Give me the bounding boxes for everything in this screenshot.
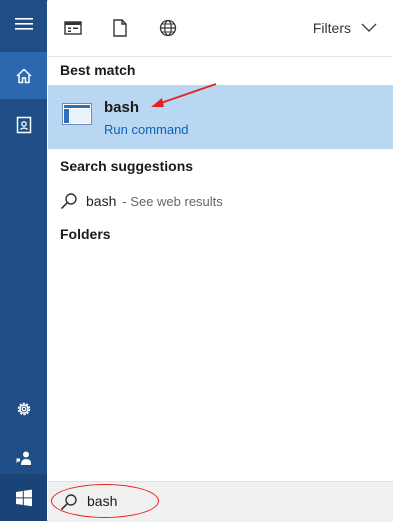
web-filter-button[interactable] xyxy=(157,17,179,39)
best-match-type: Run command xyxy=(104,122,189,137)
filters-dropdown[interactable]: Filters xyxy=(313,20,377,36)
documents-filter-icon xyxy=(113,19,127,37)
left-rail xyxy=(0,0,47,521)
settings-button[interactable] xyxy=(0,385,47,432)
annotation-ellipse xyxy=(51,484,159,518)
search-box[interactable]: bash xyxy=(48,481,393,522)
notebook-icon xyxy=(16,116,31,133)
folders-heading: Folders xyxy=(60,226,111,242)
web-suggestion-item[interactable]: bash - See web results xyxy=(48,186,393,216)
suggestion-term: bash xyxy=(86,193,117,209)
documents-filter-button[interactable] xyxy=(109,17,131,39)
home-icon xyxy=(15,67,32,83)
windows-logo-icon xyxy=(15,489,32,506)
gear-icon xyxy=(17,402,30,415)
apps-filter-icon xyxy=(64,21,82,35)
menu-button[interactable] xyxy=(0,0,47,47)
web-filter-icon xyxy=(159,19,177,37)
best-match-heading: Best match xyxy=(60,62,136,78)
apps-filter-button[interactable] xyxy=(62,17,84,39)
home-button[interactable] xyxy=(0,52,47,99)
filter-toolbar: Filters xyxy=(48,0,393,57)
feedback-icon xyxy=(16,451,31,465)
search-results-panel: Filters Best match bash Run command Sear… xyxy=(48,0,393,522)
suggestion-hint: - See web results xyxy=(122,193,223,209)
best-match-name: bash xyxy=(104,99,140,116)
notebook-button[interactable] xyxy=(0,101,47,148)
filters-label: Filters xyxy=(312,20,351,36)
annotation-arrow xyxy=(151,83,217,107)
start-button[interactable] xyxy=(0,474,47,521)
hamburger-icon xyxy=(14,17,33,30)
search-icon xyxy=(60,193,77,210)
chevron-down-icon xyxy=(361,23,377,32)
search-suggestions-heading: Search suggestions xyxy=(60,158,194,174)
run-command-icon xyxy=(62,103,92,125)
